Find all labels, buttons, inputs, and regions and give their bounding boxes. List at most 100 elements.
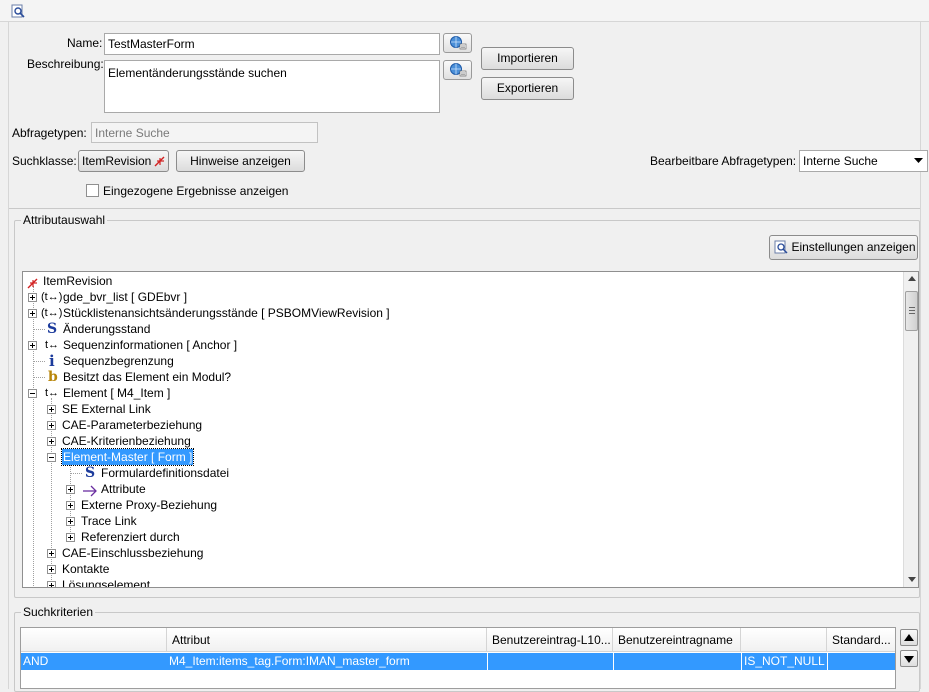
tree-guide-line bbox=[70, 473, 82, 474]
scroll-down-arrow-icon[interactable] bbox=[908, 577, 916, 582]
expand-toggle[interactable] bbox=[47, 421, 56, 430]
move-down-button[interactable] bbox=[900, 650, 918, 667]
column-header-user-entry-name[interactable]: Benutzereintragname bbox=[613, 628, 741, 652]
search-class-label: Suchklasse: bbox=[12, 154, 77, 168]
expand-toggle[interactable] bbox=[28, 293, 37, 302]
export-button[interactable]: Exportieren bbox=[481, 77, 574, 100]
boolean-type-icon: b bbox=[48, 369, 58, 385]
tree-scrollbar-thumb[interactable] bbox=[905, 291, 918, 331]
description-label: Beschreibung: bbox=[27, 57, 104, 71]
cell-logic: AND bbox=[23, 654, 49, 668]
expand-toggle[interactable] bbox=[47, 581, 56, 587]
show-drilled-label: Eingezogene Ergebnisse anzeigen bbox=[103, 184, 289, 198]
tree-node-label: Stücklistenansichtsänderungsstände [ PSB… bbox=[63, 306, 390, 320]
tree-node-label: SE External Link bbox=[62, 402, 151, 416]
column-header-logic[interactable] bbox=[21, 628, 167, 652]
cell-attribute: M4_Item:items_tag.Form:IMAN_master_form bbox=[169, 654, 410, 668]
tree-node-label: CAE-Kriterienbeziehung bbox=[62, 434, 191, 448]
expand-toggle[interactable] bbox=[28, 341, 37, 350]
search-page-icon[interactable] bbox=[11, 4, 25, 18]
editable-types-select[interactable]: Interne Suche bbox=[799, 150, 928, 172]
search-page-icon bbox=[774, 240, 788, 254]
tree-node-label: Trace Link bbox=[81, 514, 137, 528]
tree-node-label: CAE-Einschlussbeziehung bbox=[62, 546, 204, 560]
search-criteria-table[interactable]: Attribut Benutzereintrag-L10... Benutzer… bbox=[20, 627, 896, 689]
attribute-selection-title: Attributauswahl bbox=[21, 213, 108, 227]
tree-node-label: Änderungsstand bbox=[63, 322, 151, 336]
section-divider bbox=[9, 208, 920, 209]
column-header-operator[interactable] bbox=[741, 628, 827, 652]
list-reference-icon: (t↔) bbox=[41, 307, 63, 319]
tree-node-label: Element [ M4_Item ] bbox=[63, 386, 171, 400]
expand-toggle[interactable] bbox=[47, 437, 56, 446]
expand-toggle[interactable] bbox=[47, 565, 56, 574]
query-types-placeholder: Interne Suche bbox=[95, 126, 170, 140]
cell-user-entry-l10n bbox=[487, 653, 613, 670]
cell-default bbox=[827, 653, 895, 670]
top-toolbar bbox=[0, 0, 929, 22]
expand-toggle[interactable] bbox=[28, 309, 37, 318]
show-drilled-checkbox[interactable] bbox=[86, 184, 99, 197]
tree-node-label: Externe Proxy-Beziehung bbox=[81, 498, 218, 512]
query-types-field: Interne Suche bbox=[91, 122, 318, 143]
collapse-toggle[interactable] bbox=[28, 389, 37, 398]
description-localize-button[interactable] bbox=[443, 60, 472, 80]
tree-node-label: Lösungselement bbox=[62, 578, 151, 588]
show-settings-label: Einstellungen anzeigen bbox=[791, 240, 916, 254]
move-up-button[interactable] bbox=[900, 629, 918, 646]
expand-toggle[interactable] bbox=[66, 501, 75, 510]
column-header-default[interactable]: Standard... bbox=[827, 628, 895, 652]
table-row[interactable]: AND M4_Item:items_tag.Form:IMAN_master_f… bbox=[21, 653, 895, 670]
list-reference-icon: (t↔) bbox=[41, 291, 63, 303]
expand-toggle[interactable] bbox=[66, 533, 75, 542]
right-border bbox=[920, 22, 921, 689]
attribute-tree[interactable]: ItemRevision (t↔) gde_bvr_list [ GDEbvr … bbox=[22, 271, 919, 588]
tree-node-label: Formulardefinitionsdatei bbox=[101, 466, 230, 480]
string-type-icon: S bbox=[85, 465, 96, 481]
show-settings-button[interactable]: Einstellungen anzeigen bbox=[769, 235, 918, 260]
search-criteria-title: Suchkriterien bbox=[21, 605, 96, 619]
tree-node-label: Sequenzinformationen [ Anchor ] bbox=[63, 338, 238, 352]
expand-toggle[interactable] bbox=[47, 549, 56, 558]
globe-list-icon bbox=[450, 36, 467, 50]
tree-guide-line bbox=[33, 377, 45, 378]
description-textarea[interactable]: Elementänderungsstände suchen bbox=[104, 60, 440, 113]
triangle-up-icon bbox=[904, 634, 914, 641]
editable-types-label: Bearbeitbare Abfragetypen: bbox=[650, 154, 797, 168]
tree-node-label: Attribute bbox=[101, 482, 146, 496]
globe-list-icon bbox=[450, 63, 467, 77]
cell-operator: IS_NOT_NULL bbox=[741, 653, 827, 670]
expand-toggle[interactable] bbox=[66, 517, 75, 526]
search-class-button[interactable]: ItemRevision bbox=[78, 150, 169, 172]
triangle-down-icon bbox=[904, 656, 914, 663]
tree-guide-line bbox=[33, 286, 34, 586]
left-border bbox=[8, 22, 9, 689]
tree-guide-line bbox=[33, 329, 45, 330]
name-localize-button[interactable] bbox=[443, 33, 472, 53]
scroll-up-arrow-icon[interactable] bbox=[908, 276, 916, 281]
collapse-toggle[interactable] bbox=[47, 453, 56, 462]
column-header-user-entry-l10n[interactable]: Benutzereintrag-L10... bbox=[487, 628, 613, 652]
reference-icon: t↔ bbox=[45, 339, 60, 351]
table-header: Attribut Benutzereintrag-L10... Benutzer… bbox=[21, 628, 895, 652]
query-types-label: Abfragetypen: bbox=[12, 126, 87, 140]
name-label: Name: bbox=[67, 36, 103, 50]
reference-icon: t↔ bbox=[45, 387, 60, 399]
tree-node-label: CAE-Parameterbeziehung bbox=[62, 418, 203, 432]
expand-toggle[interactable] bbox=[66, 485, 75, 494]
tree-node-label: Kontakte bbox=[62, 562, 110, 576]
column-header-attribute[interactable]: Attribut bbox=[167, 628, 487, 652]
expand-toggle[interactable] bbox=[47, 405, 56, 414]
tree-node-label: Sequenzbegrenzung bbox=[63, 354, 174, 368]
search-class-value: ItemRevision bbox=[82, 154, 152, 168]
import-button[interactable]: Importieren bbox=[481, 47, 574, 70]
name-input[interactable]: TestMasterForm bbox=[104, 33, 440, 55]
item-revision-icon bbox=[27, 278, 38, 289]
tree-guide-line bbox=[33, 361, 45, 362]
string-type-icon: S bbox=[47, 321, 58, 337]
show-hints-button[interactable]: Hinweise anzeigen bbox=[176, 150, 305, 172]
tree-node-label: gde_bvr_list [ GDEbvr ] bbox=[63, 290, 188, 304]
tree-scrollbar[interactable] bbox=[903, 272, 918, 587]
description-value: Elementänderungsstände suchen bbox=[108, 66, 287, 80]
tree-node-label: Besitzt das Element ein Modul? bbox=[63, 370, 232, 384]
